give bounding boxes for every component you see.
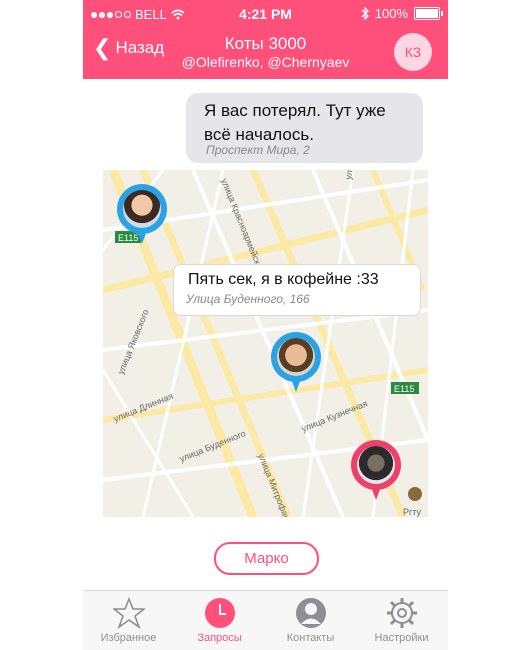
tab-label: Запросы	[197, 632, 242, 644]
star-icon	[113, 597, 145, 629]
user-pin-center[interactable]	[271, 332, 321, 394]
street-label: улица Рашилевская	[343, 170, 367, 180]
contact-icon	[296, 598, 326, 628]
gear-icon	[387, 598, 417, 628]
avatar	[123, 190, 161, 228]
tab-label: Контакты	[286, 632, 335, 644]
message-text: Я вас потерял. Тут уже всё началось.	[204, 101, 386, 144]
map-view[interactable]: улица Красноармейская улица Рашилевская …	[103, 170, 428, 517]
callout-location: Улица Буденного, 166	[186, 292, 310, 306]
bluetooth-icon	[361, 7, 369, 20]
route-shield: E115	[394, 384, 414, 394]
chat-participants: @Olefirenko, @Chernyaev	[181, 54, 350, 70]
message-bubble[interactable]: Я вас потерял. Тут уже всё началось. Про…	[186, 93, 423, 163]
group-avatar[interactable]: КЗ	[394, 33, 432, 71]
tab-settings[interactable]: Настройки	[356, 591, 447, 650]
marko-button[interactable]: Марко	[214, 542, 319, 575]
status-bar: BELL 4:21 PM 100%	[83, 0, 448, 28]
map-callout[interactable]: Пять сек, я в кофейне :33 Улица Буденног…	[173, 264, 421, 316]
street-label: улица Буденного	[178, 428, 247, 464]
tab-label: Настройки	[374, 632, 429, 644]
street-label: улица Яковского	[116, 308, 151, 376]
clock-icon	[205, 598, 235, 628]
battery-icon	[414, 7, 443, 20]
user-pin-bottom[interactable]	[351, 440, 401, 502]
poi-label: Ргту	[403, 507, 422, 517]
battery-percent: 100%	[374, 6, 408, 21]
tab-requests[interactable]: Запросы	[174, 591, 265, 650]
header: BELL 4:21 PM 100% ❮ Назад Коты 3000 @Ole…	[83, 0, 448, 79]
tab-favorites[interactable]: Избранное	[83, 591, 174, 650]
message-location: Проспект Мира, 2	[206, 143, 310, 157]
avatar	[357, 446, 395, 484]
callout-text: Пять сек, я в кофейне :33	[188, 271, 379, 288]
status-right: 100%	[361, 6, 443, 21]
avatar	[277, 338, 315, 376]
user-pin-top[interactable]	[117, 184, 167, 246]
tab-label: Избранное	[100, 632, 157, 644]
tab-bar: Избранное Запросы Контакты Настройки	[83, 590, 448, 650]
phone-screen: BELL 4:21 PM 100% ❮ Назад Коты 3000 @Ole…	[83, 0, 448, 650]
tab-contacts[interactable]: Контакты	[265, 591, 356, 650]
navigation-bar: ❮ Назад Коты 3000 @Olefirenko, @Chernyae…	[83, 30, 448, 76]
street-label: улица Митрофанова	[256, 452, 297, 517]
